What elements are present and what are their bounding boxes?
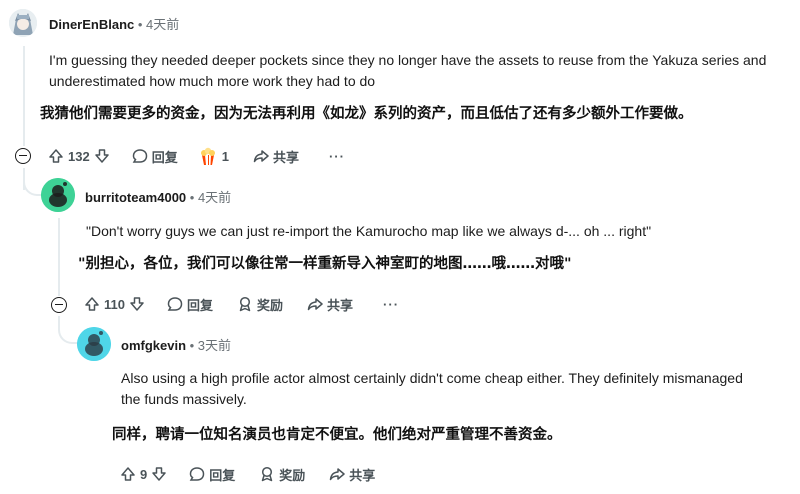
more-options-icon: ···	[328, 148, 345, 164]
comment-timestamp: • 4天前	[137, 17, 180, 32]
author-name[interactable]: DinerEnBlanc	[49, 17, 134, 32]
author-name[interactable]: omfgkevin	[121, 338, 186, 353]
award-ribbon-icon	[262, 466, 273, 482]
comment-text-en: I'm guessing they needed deeper pockets …	[49, 52, 767, 89]
vote-count: 132	[68, 148, 90, 164]
downvote-arrow-icon[interactable]	[129, 296, 145, 312]
author-name[interactable]: burritoteam4000	[85, 190, 186, 205]
collapse-thread-button[interactable]	[51, 297, 67, 313]
comment-text-en: "Don't worry guys we can just re-import …	[86, 223, 652, 239]
comment-actions: 9 回复 奖励 共享	[114, 461, 381, 487]
thread-elbow	[23, 180, 41, 196]
comment-author[interactable]: burritoteam4000 • 4天前	[85, 187, 231, 206]
more-options-button[interactable]: ···	[323, 143, 351, 169]
comment-author[interactable]: omfgkevin • 3天前	[121, 335, 231, 354]
share-button[interactable]: 共享	[323, 461, 381, 487]
reply-label: 回复	[209, 467, 236, 483]
share-label: 共享	[272, 149, 299, 165]
more-options-button[interactable]: ···	[377, 291, 405, 317]
comment-text-zh: 同样，聘请一位知名演员也肯定不便宜。他们绝对严重管理不善资金。	[112, 427, 562, 443]
vote-count: 110	[104, 296, 125, 312]
comment-text-zh: 我猜他们需要更多的资金，因为无法再利用《如龙》系列的资产，而且低估了还有多少额外…	[40, 106, 693, 122]
snoo-avatar-icon	[41, 178, 75, 212]
comment-author[interactable]: DinerEnBlanc • 4天前	[49, 14, 179, 33]
reply-bubble-icon	[189, 467, 205, 481]
reply-bubble-icon	[132, 149, 147, 163]
share-label: 共享	[349, 467, 376, 483]
snoo-avatar-icon	[77, 327, 111, 361]
share-button[interactable]: 共享	[301, 291, 359, 317]
upvote-button[interactable]: 132	[42, 143, 116, 169]
reply-button[interactable]: 回复	[161, 291, 219, 317]
share-arrow-icon	[330, 468, 346, 481]
share-button[interactable]: 共享	[247, 143, 305, 169]
award-button[interactable]: 奖励	[231, 291, 289, 317]
share-label: 共享	[327, 297, 354, 313]
reply-bubble-icon	[167, 297, 183, 311]
upvote-button[interactable]: 110	[78, 291, 151, 317]
upvote-button[interactable]: 9	[114, 461, 173, 487]
award-button[interactable]: 奖励	[253, 461, 311, 487]
downvote-arrow-icon[interactable]	[94, 148, 110, 164]
thread-line	[23, 46, 25, 146]
share-arrow-icon	[307, 298, 323, 311]
reply-button[interactable]: 回复	[126, 143, 184, 169]
award-button[interactable]: 1	[192, 143, 235, 169]
avatar[interactable]	[9, 9, 37, 37]
comment-actions: 132 回复 1 共享 ···	[42, 143, 351, 169]
comment-text-zh: "别担心，各位，我们可以像往常一样重新导入神室町的地图……哦……对哦"	[78, 256, 572, 272]
thread-line	[58, 218, 60, 296]
reply-label: 回复	[151, 149, 178, 165]
award-label: 奖励	[279, 467, 306, 483]
avatar[interactable]	[41, 178, 75, 212]
reply-label: 回复	[186, 297, 213, 313]
upvote-arrow-icon	[85, 297, 99, 311]
more-options-icon: ···	[383, 296, 400, 312]
comment-timestamp: • 3天前	[189, 338, 232, 353]
award-count: 1	[221, 148, 229, 164]
comment-text-en: Also using a high profile actor almost c…	[121, 370, 743, 407]
award-ribbon-icon	[239, 296, 251, 312]
upvote-arrow-icon	[121, 467, 135, 481]
avatar[interactable]	[77, 327, 111, 361]
upvote-arrow-icon	[49, 149, 63, 163]
collapse-thread-button[interactable]	[15, 148, 31, 164]
vote-count: 9	[140, 466, 148, 482]
thread-elbow	[58, 322, 78, 344]
award-label: 奖励	[257, 297, 284, 313]
share-arrow-icon	[253, 150, 269, 163]
reply-button[interactable]: 回复	[183, 461, 241, 487]
downvote-arrow-icon[interactable]	[151, 466, 167, 482]
popcorn-award-icon	[200, 147, 215, 165]
comment-actions: 110 回复 奖励 共享 ···	[78, 291, 405, 317]
avatar-anime-icon	[9, 9, 37, 37]
comment-timestamp: • 4天前	[189, 190, 232, 205]
